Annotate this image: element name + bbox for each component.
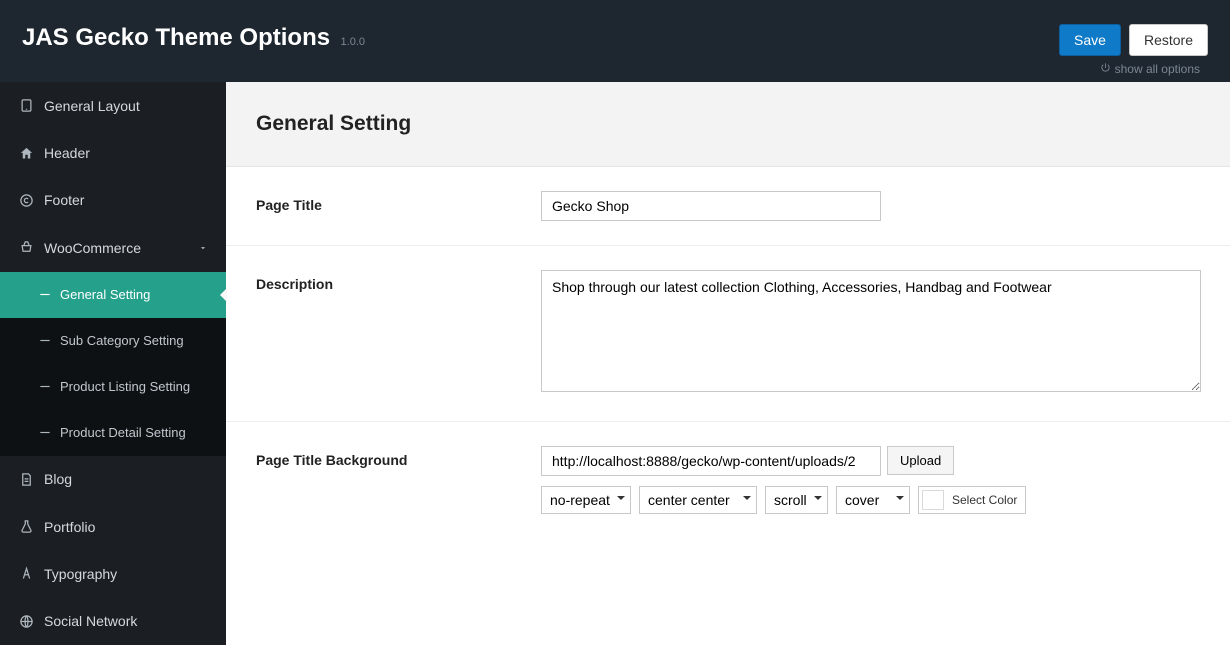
- color-swatch: [922, 490, 944, 510]
- basket-icon: [18, 240, 34, 256]
- globe-icon: [18, 613, 34, 629]
- sidebar-item-label: General Layout: [44, 98, 140, 114]
- chevron-down-icon: [198, 240, 208, 256]
- minus-icon: [38, 287, 52, 303]
- save-button[interactable]: Save: [1059, 24, 1121, 56]
- bg-position-select[interactable]: center center: [639, 486, 757, 514]
- upload-button[interactable]: Upload: [887, 446, 954, 475]
- bg-attachment-select[interactable]: scroll: [765, 486, 828, 514]
- topbar-actions: Save Restore: [1059, 24, 1208, 56]
- brand-title: JAS Gecko Theme Options: [22, 24, 330, 51]
- show-all-label: show all options: [1115, 62, 1200, 76]
- field-label: Page Title Background: [256, 446, 541, 514]
- flask-icon: [18, 519, 34, 535]
- sidebar-item-label: Typography: [44, 566, 117, 582]
- sidebar-item-social-network[interactable]: Social Network: [0, 598, 226, 645]
- field-label: Description: [256, 270, 541, 397]
- restore-button[interactable]: Restore: [1129, 24, 1208, 56]
- brand-version: 1.0.0: [341, 36, 365, 48]
- show-all-options-link[interactable]: show all options: [1100, 62, 1200, 76]
- sidebar-item-label: Header: [44, 145, 90, 161]
- document-icon: [18, 471, 34, 487]
- font-icon: [18, 566, 34, 582]
- app-title: JAS Gecko Theme Options 1.0.0: [22, 24, 365, 52]
- sidebar-item-footer[interactable]: Footer: [0, 177, 226, 224]
- power-icon: [1100, 62, 1111, 76]
- sidebar-item-label: Portfolio: [44, 519, 95, 535]
- sidebar-sub-general-setting[interactable]: General Setting: [0, 272, 226, 318]
- bg-size-select[interactable]: cover: [836, 486, 910, 514]
- sidebar-item-label: Sub Category Setting: [60, 333, 184, 348]
- topbar: JAS Gecko Theme Options 1.0.0 Save Resto…: [0, 0, 1230, 82]
- minus-icon: [38, 333, 52, 349]
- sidebar: General Layout Header Footer WooCommerce…: [0, 82, 226, 645]
- sidebar-item-blog[interactable]: Blog: [0, 456, 226, 503]
- sidebar-item-header[interactable]: Header: [0, 129, 226, 176]
- field-page-title: Page Title: [226, 167, 1230, 246]
- woocommerce-submenu: General Setting Sub Category Setting Pro…: [0, 272, 226, 456]
- sidebar-item-typography[interactable]: Typography: [0, 550, 226, 597]
- minus-icon: [38, 425, 52, 441]
- select-color-label: Select Color: [952, 493, 1017, 507]
- sidebar-sub-product-detail-setting[interactable]: Product Detail Setting: [0, 410, 226, 456]
- field-description: Description Shop through our latest coll…: [226, 246, 1230, 422]
- sidebar-item-label: Product Listing Setting: [60, 379, 190, 394]
- sidebar-item-label: General Setting: [60, 287, 150, 302]
- copyright-icon: [18, 192, 34, 208]
- panel-title: General Setting: [256, 112, 1200, 136]
- background-url-input[interactable]: [541, 446, 881, 476]
- sidebar-item-general-layout[interactable]: General Layout: [0, 82, 226, 129]
- tablet-icon: [18, 98, 34, 114]
- panel-header: General Setting: [226, 82, 1230, 167]
- sidebar-item-label: Product Detail Setting: [60, 425, 186, 440]
- bg-repeat-select[interactable]: no-repeat: [541, 486, 631, 514]
- sidebar-item-label: Footer: [44, 192, 84, 208]
- color-picker[interactable]: Select Color: [918, 486, 1026, 514]
- sidebar-item-label: WooCommerce: [44, 240, 141, 256]
- field-label: Page Title: [256, 191, 541, 221]
- main-panel: General Setting Page Title Description S…: [226, 82, 1230, 645]
- description-textarea[interactable]: Shop through our latest collection Cloth…: [541, 270, 1201, 392]
- home-icon: [18, 145, 34, 161]
- field-page-title-background: Page Title Background Upload no-repeat c…: [226, 422, 1230, 538]
- page-title-input[interactable]: [541, 191, 881, 221]
- minus-icon: [38, 379, 52, 395]
- sidebar-sub-sub-category-setting[interactable]: Sub Category Setting: [0, 318, 226, 364]
- sidebar-item-woocommerce[interactable]: WooCommerce: [0, 224, 226, 271]
- sidebar-item-label: Social Network: [44, 613, 137, 629]
- sidebar-item-label: Blog: [44, 471, 72, 487]
- sidebar-item-portfolio[interactable]: Portfolio: [0, 503, 226, 550]
- sidebar-sub-product-listing-setting[interactable]: Product Listing Setting: [0, 364, 226, 410]
